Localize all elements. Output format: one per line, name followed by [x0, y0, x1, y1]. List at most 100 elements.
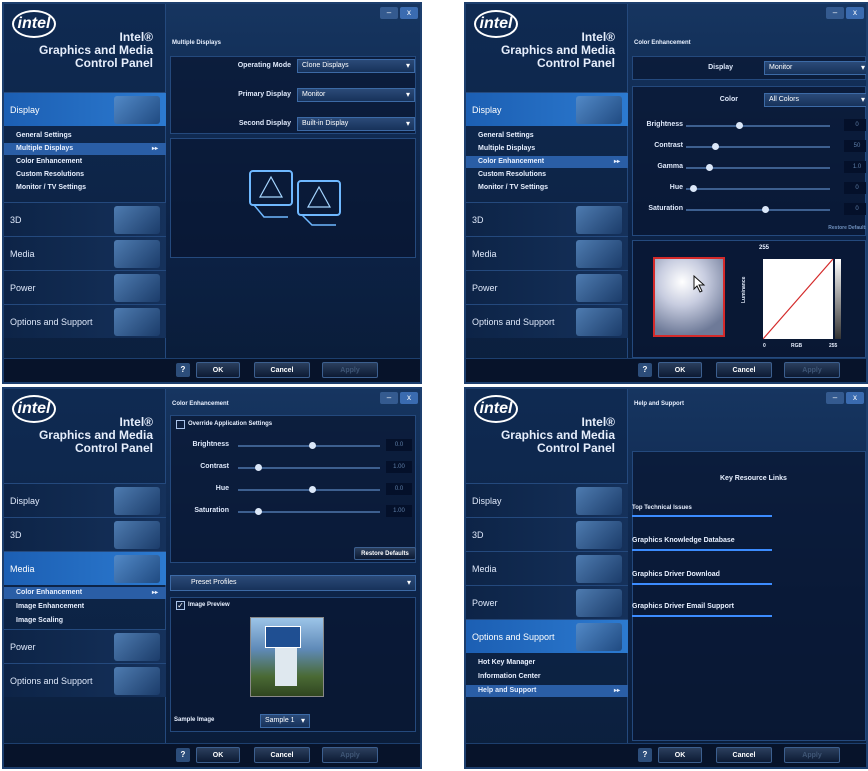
slider-track-saturation[interactable] [686, 206, 830, 213]
second-display-select[interactable]: Built-in Display [297, 117, 415, 131]
main-panel: Multiple Displays – x Operating Mode Clo… [166, 4, 420, 382]
resource-link-1[interactable] [632, 515, 772, 517]
resource-link-2[interactable] [632, 549, 772, 551]
minimize-button[interactable]: – [380, 392, 398, 404]
nav-options-support[interactable]: Options and Support [4, 304, 166, 338]
nav-display[interactable]: Display [466, 92, 628, 126]
nav-media[interactable]: Media [4, 551, 166, 585]
nav-media[interactable]: Media [4, 236, 166, 270]
ok-button[interactable]: OK [658, 747, 702, 763]
slider-track-contrast[interactable] [686, 143, 830, 150]
subnav-monitor-tv-settings[interactable]: Monitor / TV Settings [466, 182, 628, 194]
slider-track-hue[interactable] [686, 185, 830, 192]
resource-title-2: Graphics Knowledge Database [632, 537, 735, 544]
slider-knob-brightness[interactable] [309, 442, 316, 449]
nav-power[interactable]: Power [466, 585, 628, 619]
help-button[interactable]: ? [176, 363, 190, 377]
close-button[interactable]: x [846, 392, 864, 404]
nav-power[interactable]: Power [4, 629, 166, 663]
subnav-help-and-support[interactable]: Help and Support [466, 685, 628, 697]
nav-3d[interactable]: 3D [466, 202, 628, 236]
slider-knob-hue[interactable] [309, 486, 316, 493]
cancel-button[interactable]: Cancel [716, 362, 772, 378]
ok-button[interactable]: OK [658, 362, 702, 378]
override-checkbox[interactable] [176, 420, 185, 429]
resource-link-3[interactable] [632, 583, 772, 585]
subnav-multiple-displays[interactable]: Multiple Displays [4, 143, 166, 155]
resource-link-4[interactable] [632, 615, 772, 617]
apply-button[interactable]: Apply [322, 747, 378, 763]
subnav-general-settings[interactable]: General Settings [466, 130, 628, 142]
nav-options-support[interactable]: Options and Support [466, 304, 628, 338]
media-icon [576, 555, 622, 583]
slider-label-contrast: Contrast [654, 142, 683, 149]
slider-value-contrast: 50 [844, 140, 866, 152]
help-button[interactable]: ? [176, 748, 190, 762]
cancel-button[interactable]: Cancel [254, 747, 310, 763]
nav-display[interactable]: Display [4, 92, 166, 126]
help-button[interactable]: ? [638, 748, 652, 762]
ok-button[interactable]: OK [196, 362, 240, 378]
subnav-custom-resolutions[interactable]: Custom Resolutions [4, 169, 166, 181]
preset-profiles-select[interactable]: Preset Profiles [170, 575, 416, 591]
help-button[interactable]: ? [638, 363, 652, 377]
subnav-hot-key-manager[interactable]: Hot Key Manager [466, 657, 628, 669]
subnav-general-settings[interactable]: General Settings [4, 130, 166, 142]
ok-button[interactable]: OK [196, 747, 240, 763]
nav-display[interactable]: Display [4, 483, 166, 517]
nav-media[interactable]: Media [466, 236, 628, 270]
color-select[interactable]: All Colors [764, 93, 866, 107]
nav-display[interactable]: Display [466, 483, 628, 517]
nav-3d[interactable]: 3D [4, 202, 166, 236]
nav-3d[interactable]: 3D [4, 517, 166, 551]
slider-track-saturation[interactable] [238, 508, 380, 515]
subnav-image-enhancement[interactable]: Image Enhancement [4, 601, 166, 613]
sample-image-figure [275, 642, 297, 686]
sample-image-select[interactable]: Sample 1 [260, 714, 310, 728]
restore-defaults-link[interactable]: Restore Defaults [768, 225, 866, 231]
subnav-monitor-tv-settings[interactable]: Monitor / TV Settings [4, 182, 166, 194]
slider-label-saturation: Saturation [194, 507, 229, 514]
slider-track-brightness[interactable] [238, 442, 380, 449]
resource-title-3: Graphics Driver Download [632, 571, 720, 578]
subnav-custom-resolutions[interactable]: Custom Resolutions [466, 169, 628, 181]
image-preview-checkbox[interactable]: ✓ [176, 601, 185, 610]
window-multiple-displays: intel Intel® Graphics and Media Control Pa… [2, 2, 422, 384]
graph-x-label: RGB [791, 343, 803, 349]
subnav-information-center[interactable]: Information Center [466, 671, 628, 683]
nav-options-support[interactable]: Options and Support [466, 619, 628, 653]
slider-track-brightness[interactable] [686, 122, 830, 129]
restore-defaults-button[interactable]: Restore Defaults [354, 547, 416, 560]
slider-track-contrast[interactable] [238, 464, 380, 471]
subnav-color-enhancement[interactable]: Color Enhancement [4, 587, 166, 599]
subnav-color-enhancement[interactable]: Color Enhancement [4, 156, 166, 168]
minimize-button[interactable]: – [380, 7, 398, 19]
close-button[interactable]: x [846, 7, 864, 19]
subnav-image-scaling[interactable]: Image Scaling [4, 615, 166, 627]
close-button[interactable]: x [400, 392, 418, 404]
slider-track-gamma[interactable] [686, 164, 830, 171]
cancel-button[interactable]: Cancel [254, 362, 310, 378]
minimize-button[interactable]: – [826, 392, 844, 404]
slider-knob-contrast[interactable] [255, 464, 263, 471]
subnav-multiple-displays[interactable]: Multiple Displays [466, 143, 628, 155]
apply-button[interactable]: Apply [322, 362, 378, 378]
display-select[interactable]: Monitor [764, 61, 866, 75]
nav-power[interactable]: Power [466, 270, 628, 304]
slider-track-hue[interactable] [238, 486, 380, 493]
nav-media[interactable]: Media [466, 551, 628, 585]
primary-display-select[interactable]: Monitor [297, 88, 415, 102]
nav-power[interactable]: Power [4, 270, 166, 304]
operating-mode-select[interactable]: Clone Displays [297, 59, 415, 73]
close-button[interactable]: x [400, 7, 418, 19]
power-icon [576, 589, 622, 617]
slider-knob-contrast[interactable] [711, 143, 719, 150]
minimize-button[interactable]: – [826, 7, 844, 19]
cancel-button[interactable]: Cancel [716, 747, 772, 763]
apply-button[interactable]: Apply [784, 747, 840, 763]
nav-options-support[interactable]: Options and Support [4, 663, 166, 697]
nav-3d[interactable]: 3D [466, 517, 628, 551]
subnav-color-enhancement[interactable]: Color Enhancement [466, 156, 628, 168]
slider-knob-saturation[interactable] [255, 508, 263, 515]
apply-button[interactable]: Apply [784, 362, 840, 378]
